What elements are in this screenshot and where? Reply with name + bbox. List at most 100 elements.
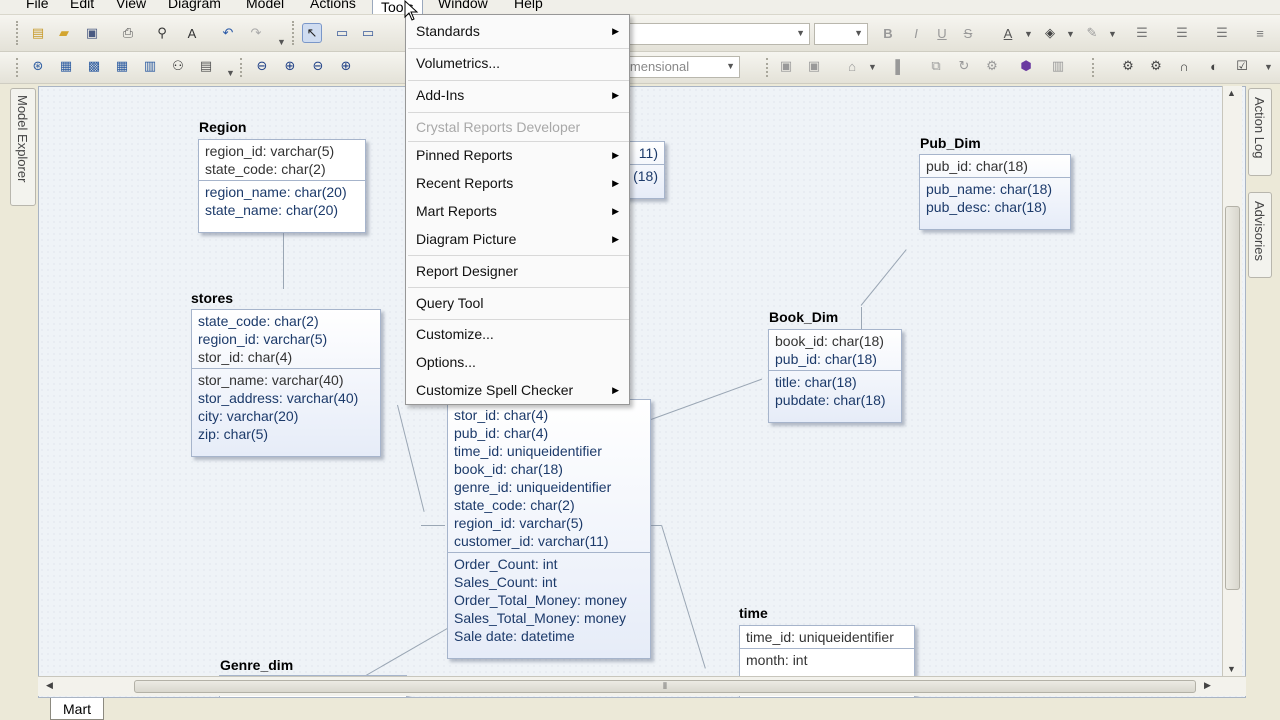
zoom-fit-icon[interactable]: ⊖ — [308, 56, 328, 76]
attribute[interactable]: Order_Count: int — [454, 555, 644, 573]
toolbar-grip[interactable] — [292, 21, 296, 45]
pointer-tool-icon[interactable]: ↖ — [302, 23, 322, 43]
find-icon[interactable]: ⚲ — [152, 23, 172, 43]
more-icon[interactable]: ≡ — [1250, 23, 1270, 43]
zoom-in-icon[interactable]: ⊕ — [280, 56, 300, 76]
chevron-down-icon[interactable]: ▼ — [226, 68, 235, 78]
line-style-icon[interactable]: ☰ — [1172, 23, 1192, 43]
new-file-icon[interactable]: ▤ — [28, 23, 48, 43]
attribute[interactable]: Sales_Total_Money: money — [454, 609, 644, 627]
layout-tree-icon[interactable]: ▩ — [84, 56, 104, 76]
menu-item-query-tool[interactable]: Query Tool — [406, 291, 629, 315]
fill-color-icon[interactable]: ◈ — [1040, 23, 1060, 43]
menu-file[interactable]: File — [26, 0, 49, 11]
horizontal-scroll-thumb[interactable]: ⦀ — [134, 680, 1196, 693]
menu-edit[interactable]: Edit — [70, 0, 94, 11]
subject-area-icon[interactable]: ▣ — [776, 56, 796, 76]
stored-display-icon[interactable]: ▣ — [804, 56, 824, 76]
menu-diagram[interactable]: Diagram — [168, 0, 221, 11]
menu-item-pinned-reports[interactable]: Pinned Reports ▶ — [406, 143, 629, 167]
strikethrough-icon[interactable]: S — [958, 23, 978, 43]
complete-compare-icon[interactable]: ⚙ — [982, 56, 1002, 76]
italic-icon[interactable]: I — [906, 23, 926, 43]
mart-report-icon[interactable]: ▥ — [1048, 56, 1068, 76]
attribute[interactable]: state_code: char(2) — [454, 496, 644, 514]
print-icon[interactable]: ⎙ — [118, 23, 138, 43]
underline-icon[interactable]: U — [932, 23, 952, 43]
layout-icon[interactable]: ▦ — [56, 56, 76, 76]
chevron-down-icon[interactable]: ▼ — [277, 37, 286, 47]
attribute[interactable]: stor_address: varchar(40) — [198, 389, 374, 407]
advisories-tab[interactable]: Advisories — [1248, 192, 1272, 278]
tab-mart[interactable]: Mart — [50, 698, 104, 720]
properties-icon[interactable]: ▤ — [196, 56, 216, 76]
entity-title-time[interactable]: time — [739, 605, 768, 621]
reverse-engineer-icon[interactable]: ↻ — [954, 56, 974, 76]
horizontal-scrollbar[interactable]: ◀ ⦀ ▶ — [38, 676, 1246, 696]
attribute[interactable]: stor_name: varchar(40) — [198, 371, 374, 389]
zoom-out-icon[interactable]: ⊖ — [252, 56, 272, 76]
attribute[interactable]: Sale date: datetime — [454, 627, 644, 645]
attribute[interactable]: pub_id: char(4) — [454, 424, 644, 442]
layout-orth-icon[interactable]: ▥ — [140, 56, 160, 76]
diagram-canvas[interactable]: Region region_id: varchar(5) state_code:… — [38, 86, 1246, 698]
scroll-up-icon[interactable]: ▲ — [1227, 88, 1236, 98]
attribute[interactable]: zip: char(5) — [198, 425, 374, 443]
align-icon[interactable]: ☰ — [1212, 23, 1232, 43]
attribute[interactable]: city: varchar(20) — [198, 407, 374, 425]
toolbar-grip[interactable] — [1092, 58, 1096, 77]
chevron-down-icon[interactable]: ▼ — [1024, 29, 1033, 39]
entity-sales-fact[interactable]: stor_id: char(4) pub_id: char(4) time_id… — [447, 399, 651, 659]
action-log-tab[interactable]: Action Log — [1248, 88, 1272, 176]
redo-icon[interactable]: ↷ — [246, 23, 266, 43]
forward-engineer-icon[interactable]: ⧉ — [926, 56, 946, 76]
menu-item-diagram-picture[interactable]: Diagram Picture ▶ — [406, 227, 629, 251]
scroll-down-icon[interactable]: ▼ — [1227, 664, 1236, 674]
toolbar-grip[interactable] — [240, 58, 244, 77]
mart-open-icon[interactable]: ⚙ — [1118, 56, 1138, 76]
db-icon[interactable]: ▌ — [890, 56, 910, 76]
rel-icon[interactable]: ⚇ — [168, 56, 188, 76]
font-color-icon[interactable]: A — [998, 23, 1018, 43]
layout-hier-icon[interactable]: ▦ — [112, 56, 132, 76]
replace-icon[interactable]: A — [182, 23, 202, 43]
chevron-down-icon[interactable]: ▼ — [868, 62, 877, 72]
toolbar-grip[interactable] — [16, 58, 20, 77]
menu-item-customize[interactable]: Customize... — [406, 322, 629, 346]
menu-item-standards[interactable]: Standards ▶ — [406, 19, 629, 43]
attribute[interactable]: stor_id: char(4) — [454, 406, 644, 424]
attribute[interactable]: pub_id: char(18) — [926, 157, 1064, 175]
attribute[interactable]: title: char(18) — [775, 373, 895, 391]
scroll-right-icon[interactable]: ▶ — [1204, 680, 1211, 691]
entity-region[interactable]: region_id: varchar(5) state_code: char(2… — [198, 139, 366, 233]
vertical-scrollbar[interactable]: ▲ ▼ — [1222, 86, 1242, 676]
chevron-down-icon[interactable]: ▼ — [1264, 62, 1273, 72]
entity-stores[interactable]: state_code: char(2) region_id: varchar(5… — [191, 309, 381, 457]
attribute[interactable]: time_id: uniqueidentifier — [454, 442, 644, 460]
mart-sync-icon[interactable]: ◐ — [1204, 56, 1224, 76]
open-folder-icon[interactable]: ▰ — [54, 23, 74, 43]
menu-item-options[interactable]: Options... — [406, 350, 629, 374]
attribute[interactable]: book_id: char(18) — [454, 460, 644, 478]
attribute[interactable]: Order_Total_Money: money — [454, 591, 644, 609]
mart-check-icon[interactable]: ☑ — [1232, 56, 1252, 76]
attribute[interactable]: state_code: char(2) — [205, 160, 359, 178]
entity-title-pub-dim[interactable]: Pub_Dim — [920, 135, 981, 151]
toolbar-grip[interactable] — [16, 21, 20, 45]
attribute[interactable]: month: int — [746, 651, 908, 669]
menu-window[interactable]: Window — [438, 0, 488, 11]
diagram-icon[interactable]: ⊛ — [28, 56, 48, 76]
save-icon[interactable]: ▣ — [82, 23, 102, 43]
view-tool-icon[interactable]: ▭ — [358, 23, 378, 43]
chevron-down-icon[interactable]: ▼ — [1066, 29, 1075, 39]
attribute[interactable]: stor_id: char(4) — [198, 348, 374, 366]
undo-icon[interactable]: ↶ — [218, 23, 238, 43]
entity-pub-dim[interactable]: pub_id: char(18) pub_name: char(18) pub_… — [919, 154, 1071, 230]
menu-actions[interactable]: Actions — [310, 0, 356, 11]
font-name-combo[interactable]: ▼ — [628, 23, 810, 45]
menu-view[interactable]: View — [116, 0, 146, 11]
menu-item-customize-spell-checker[interactable]: Customize Spell Checker ▶ — [406, 378, 629, 402]
line-width-icon[interactable]: ☰ — [1132, 23, 1152, 43]
attribute[interactable]: customer_id: varchar(11) — [454, 532, 644, 550]
toolbar-grip[interactable] — [766, 58, 770, 77]
